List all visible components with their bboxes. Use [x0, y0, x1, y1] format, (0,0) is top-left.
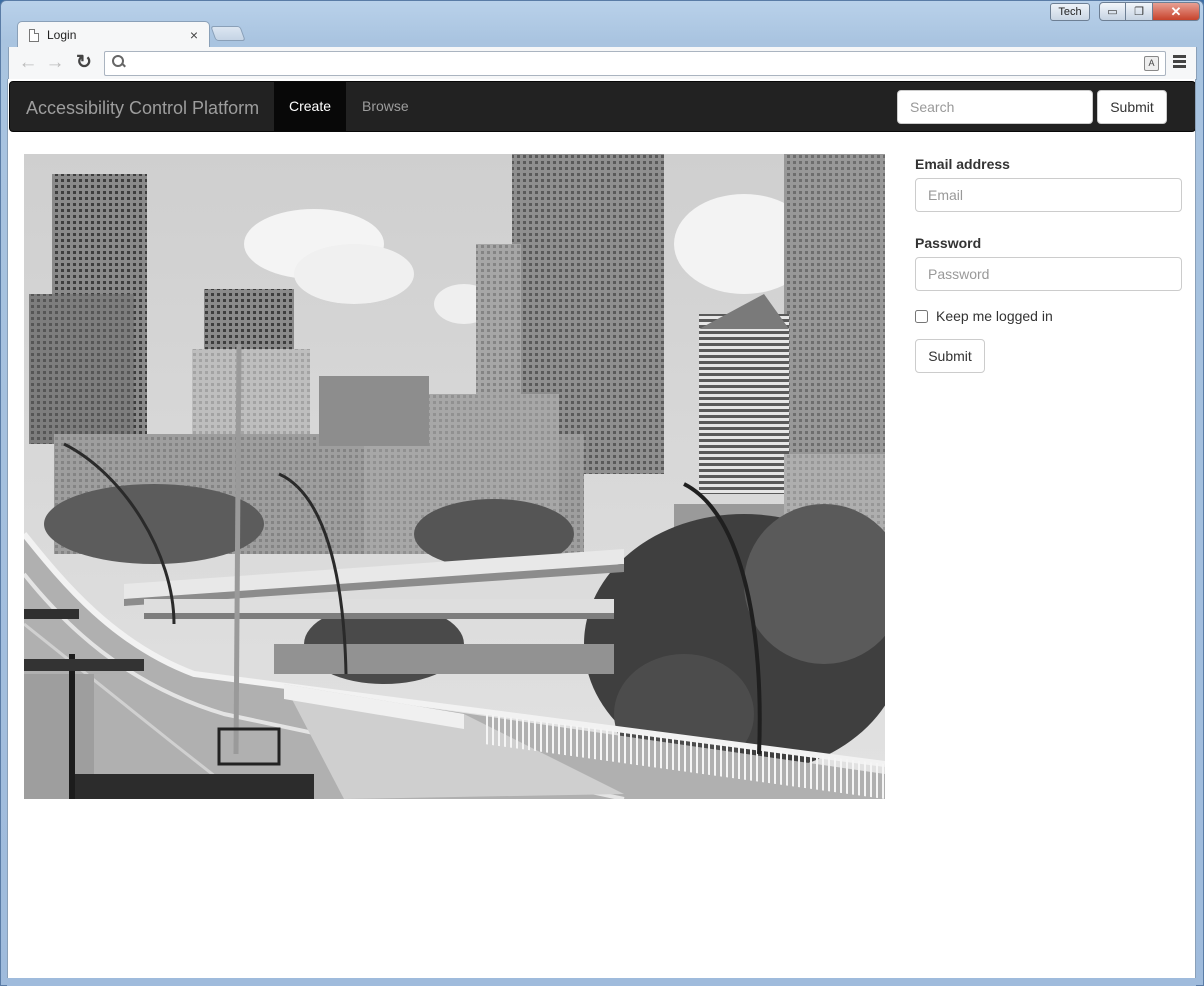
city-photo	[24, 154, 885, 799]
browser-toolbar: ← → ↻ A	[8, 47, 1197, 80]
city-skyline-image	[24, 154, 885, 799]
page-icon	[29, 28, 39, 42]
remember-checkbox[interactable]	[915, 309, 928, 323]
brand-link[interactable]: Accessibility Control Platform	[26, 98, 259, 119]
new-tab-button[interactable]	[210, 26, 246, 41]
tab-title: Login	[47, 28, 77, 42]
title-bar: Tech ▭ ❐ ✕ Login ×	[1, 1, 1203, 48]
menu-icon[interactable]	[1173, 55, 1189, 71]
back-arrow-icon[interactable]: ←	[17, 53, 39, 75]
minimize-button[interactable]: ▭	[1099, 2, 1126, 21]
browser-tab[interactable]: Login ×	[17, 21, 210, 48]
nav-link-create[interactable]: Create	[274, 82, 347, 131]
email-field[interactable]	[915, 178, 1182, 212]
login-submit-button[interactable]: Submit	[915, 339, 985, 373]
password-field[interactable]	[915, 257, 1182, 291]
top-navbar: Accessibility Control Platform Create Br…	[9, 81, 1195, 132]
address-bar[interactable]: A	[104, 51, 1166, 76]
search-submit-button[interactable]: Submit	[1097, 90, 1167, 124]
remember-label: Keep me logged in	[936, 308, 1053, 324]
tab-close-icon[interactable]: ×	[187, 27, 201, 43]
page-viewport: Accessibility Control Platform Create Br…	[7, 79, 1196, 978]
nav-link-browse[interactable]: Browse	[347, 82, 424, 131]
maximize-button[interactable]: ❐	[1126, 2, 1153, 21]
search-input[interactable]	[897, 90, 1093, 124]
profile-badge[interactable]: Tech	[1050, 3, 1090, 21]
password-label: Password	[915, 235, 982, 251]
email-label: Email address	[915, 156, 1010, 172]
remember-row: Keep me logged in	[915, 308, 1182, 324]
close-window-button[interactable]: ✕	[1153, 2, 1200, 21]
reload-icon[interactable]: ↻	[73, 53, 95, 75]
translate-icon[interactable]: A	[1144, 56, 1159, 71]
search-icon	[112, 55, 126, 71]
login-form: Email address Password Keep me logged in…	[915, 154, 1182, 373]
window-controls: ▭ ❐ ✕	[1099, 2, 1200, 22]
forward-arrow-icon[interactable]: →	[44, 53, 66, 75]
address-input[interactable]	[133, 54, 1133, 73]
window-bottom-border	[7, 978, 1196, 986]
